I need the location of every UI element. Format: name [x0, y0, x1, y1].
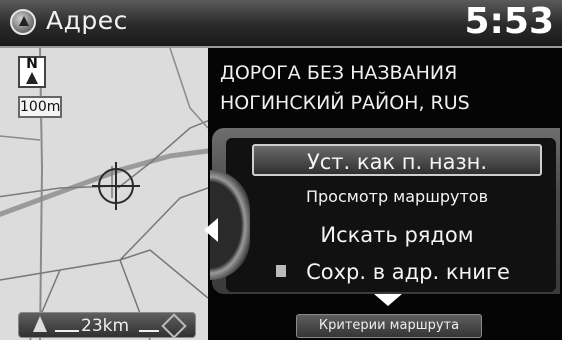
north-indicator[interactable]: N [18, 56, 46, 88]
menu-item-set-destination[interactable]: Уст. как п. назн. [252, 144, 542, 176]
map-scale[interactable]: 100m [18, 96, 62, 118]
address-book-icon [276, 265, 286, 277]
north-arrow-icon [26, 72, 38, 84]
back-icon [19, 16, 29, 26]
route-criteria-button[interactable]: Критерии маршрута [296, 314, 482, 338]
scale-bar-right [139, 330, 159, 332]
menu-item-save-address-book[interactable]: Сохр. в адр. книге [252, 256, 542, 288]
map-roads [0, 48, 208, 340]
clock: 5:53 [464, 1, 554, 42]
top-bar: Адрес 5:53 [0, 0, 562, 48]
distance-label: 23km [81, 316, 130, 336]
menu-item-search-nearby[interactable]: Искать рядом [252, 218, 542, 252]
address-line-2: НОГИНСКИЙ РАЙОН, RUS [220, 92, 470, 114]
position-icon [33, 316, 47, 332]
page-title: Адрес [46, 6, 128, 35]
north-label: N [26, 56, 38, 72]
gps-icon [161, 313, 187, 339]
map-status-bar: 23km [18, 312, 196, 339]
back-button[interactable] [10, 9, 36, 35]
down-arrow-icon[interactable] [374, 294, 402, 306]
address-line-1: ДОРОГА БЕЗ НАЗВАНИЯ [220, 62, 458, 84]
map-view[interactable]: N 100m [0, 48, 208, 340]
left-arrow-icon[interactable] [204, 218, 218, 242]
menu-item-view-routes[interactable]: Просмотр маршрутов [252, 182, 542, 212]
scale-bar-left [55, 330, 79, 332]
